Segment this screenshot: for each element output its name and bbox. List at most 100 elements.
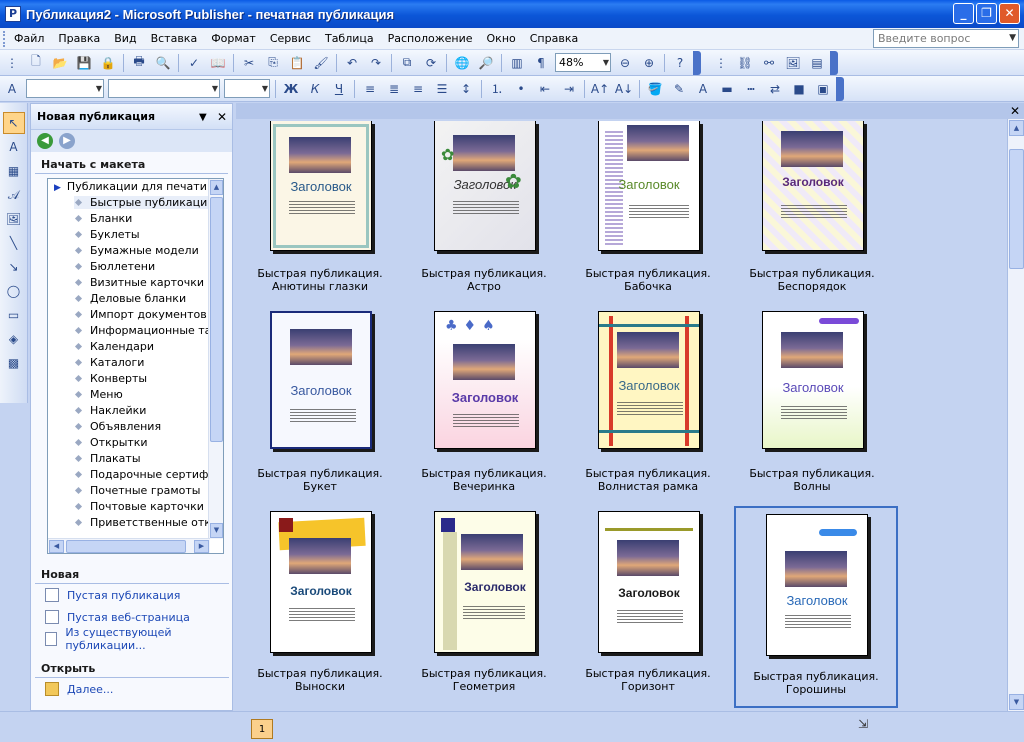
tree-item[interactable]: Деловые бланки (48, 291, 223, 307)
scroll-thumb[interactable] (1009, 149, 1024, 269)
tree-item[interactable]: Почетные грамоты (48, 483, 223, 499)
design-tile[interactable]: Заголовок Быстрая публикация. Волнистая … (568, 309, 728, 509)
toolbar-grip-icon[interactable]: ⋮ (1, 52, 23, 74)
copy-icon[interactable]: ⎘ (262, 52, 284, 74)
design-tile[interactable]: Заголовок Быстрая публикация. Выноски (240, 509, 400, 709)
menu-file[interactable]: Файл (7, 32, 51, 45)
close-icon[interactable]: ✕ (217, 110, 227, 124)
scroll-thumb[interactable] (66, 540, 186, 553)
autoshapes-icon[interactable]: ◈ (3, 328, 25, 350)
tree-item[interactable]: Бланки (48, 211, 223, 227)
line-color-icon[interactable]: ✎ (668, 78, 690, 100)
font-color-icon[interactable]: A (692, 78, 714, 100)
scroll-down-icon[interactable]: ▼ (1009, 694, 1024, 710)
font-select[interactable]: ▼ (108, 79, 220, 98)
oval-icon[interactable]: ◯ (3, 280, 25, 302)
tree-item[interactable]: Подарочные сертификаты (48, 467, 223, 483)
tree-item[interactable]: Визитные карточки (48, 275, 223, 291)
insert-hyperlink-icon[interactable]: 🌐 (451, 52, 473, 74)
arrow-style-icon[interactable]: ⇄ (764, 78, 786, 100)
tree-item[interactable]: Меню (48, 387, 223, 403)
chevron-down-icon[interactable]: ▼ (199, 112, 207, 123)
unlink-icon[interactable]: ⚯ (758, 52, 780, 74)
3d-style-icon[interactable]: ▣ (812, 78, 834, 100)
cut-icon[interactable]: ✂ (238, 52, 260, 74)
rectangle-icon[interactable]: ▭ (3, 304, 25, 326)
open-folder-icon[interactable]: 📂 (49, 52, 71, 74)
menu-tools[interactable]: Сервис (263, 32, 318, 45)
scroll-down-icon[interactable]: ▼ (210, 523, 223, 538)
undo-icon[interactable]: ↶ (341, 52, 363, 74)
redo-icon[interactable]: ↷ (365, 52, 387, 74)
tree-item[interactable]: Приветственные открытки (48, 515, 223, 531)
style-select[interactable]: ▼ (26, 79, 104, 98)
tree-item[interactable]: Каталоги (48, 355, 223, 371)
italic-icon[interactable]: К (304, 78, 326, 100)
tree-item[interactable]: Объявления (48, 419, 223, 435)
styles-icon[interactable]: A (1, 78, 23, 100)
zoom-in-icon[interactable]: ⊕ (638, 52, 660, 74)
menu-view[interactable]: Вид (107, 32, 143, 45)
tree-item[interactable]: Почтовые карточки (48, 499, 223, 515)
bullets-icon[interactable]: • (510, 78, 532, 100)
picture-icon[interactable]: 🖼 (782, 52, 804, 74)
new-document-icon[interactable]: 🗋 (25, 52, 47, 74)
from-existing-publication-link[interactable]: Из существующей публикации... (35, 626, 229, 652)
tree-item[interactable]: Буклеты (48, 227, 223, 243)
design-tile[interactable]: Заголовок Быстрая публикация. Беспорядок (732, 121, 892, 297)
design-tile[interactable]: Заголовок Быстрая публикация. Геометрия (404, 509, 564, 709)
print-preview-icon[interactable]: 🔍 (152, 52, 174, 74)
chevron-down-icon[interactable]: ▼ (1009, 30, 1016, 47)
text-box-icon[interactable]: A (3, 136, 25, 158)
wordart-icon[interactable]: 𝒜 (3, 184, 25, 206)
select-pointer-icon[interactable]: ↖ (2, 112, 25, 134)
help-search-input[interactable]: Введите вопрос ▼ (873, 29, 1019, 48)
bold-icon[interactable]: Ж (280, 78, 302, 100)
tree-item[interactable]: Календари (48, 339, 223, 355)
chevron-down-icon[interactable]: ▼ (262, 80, 268, 97)
open-more-link[interactable]: Далее... (35, 678, 229, 700)
design-tile-selected[interactable]: Заголовок Быстрая публикация. Горошины (734, 506, 898, 708)
underline-icon[interactable]: Ч (328, 78, 350, 100)
pilcrow-icon[interactable]: ¶ (530, 52, 552, 74)
line-spacing-icon[interactable]: ↕ (455, 78, 477, 100)
design-tile[interactable]: Заголовок Быстрая публикация. Анютины гл… (240, 121, 400, 297)
decrease-indent-icon[interactable]: ⇤ (534, 78, 556, 100)
publisher-app-icon[interactable]: P (5, 6, 21, 22)
close-window-button[interactable]: ✕ (999, 3, 1020, 24)
menu-window[interactable]: Окно (480, 32, 523, 45)
paste-icon[interactable]: 📋 (286, 52, 308, 74)
tree-root-print-publications[interactable]: ▶ Публикации для печати (48, 179, 223, 195)
columns-icon[interactable]: ▥ (506, 52, 528, 74)
menu-edit[interactable]: Правка (51, 32, 107, 45)
maximize-button[interactable]: ❐ (976, 3, 997, 24)
align-center-icon[interactable]: ≣ (383, 78, 405, 100)
scroll-up-icon[interactable]: ▲ (1009, 120, 1024, 136)
toolbar-options-icon[interactable] (693, 50, 701, 75)
save-icon[interactable]: 💾 (73, 52, 95, 74)
catalog-vertical-scrollbar[interactable]: ▲ ▼ (1007, 119, 1024, 711)
text-frame-icon[interactable]: ▤ (806, 52, 828, 74)
shadow-icon[interactable]: ■ (788, 78, 810, 100)
page-navigator-button[interactable]: 1 (251, 719, 273, 739)
link-icon[interactable]: ⛓ (734, 52, 756, 74)
menu-table[interactable]: Таблица (318, 32, 381, 45)
design-tile[interactable]: ♣♦♠ Заголовок Быстрая публикация. Вечери… (404, 309, 564, 509)
forward-arrow-icon[interactable]: ▶ (59, 133, 75, 149)
chevron-down-icon[interactable]: ▼ (96, 80, 102, 97)
design-tile[interactable]: Заголовок ✿ ✿ Быстрая публикация. Астро (404, 121, 564, 297)
spelling-icon[interactable]: ✓ (183, 52, 205, 74)
tree-horizontal-scrollbar[interactable]: ◀ ▶ (48, 538, 210, 553)
chevron-down-icon[interactable]: ▼ (603, 54, 609, 71)
minimize-button[interactable]: _ (953, 3, 974, 24)
insert-table-icon[interactable]: ▦ (3, 160, 25, 182)
scroll-up-icon[interactable]: ▲ (210, 180, 223, 195)
tree-item[interactable]: Открытки (48, 435, 223, 451)
line-style-icon[interactable]: ▬ (716, 78, 738, 100)
line-icon[interactable]: ╲ (3, 232, 25, 254)
menu-insert[interactable]: Вставка (144, 32, 205, 45)
chevron-down-icon[interactable]: ▼ (212, 80, 218, 97)
zoom-select[interactable]: 48% ▼ (555, 53, 611, 72)
fill-color-icon[interactable]: 🪣 (644, 78, 666, 100)
blank-web-page-link[interactable]: Пустая веб-страница (35, 606, 229, 628)
